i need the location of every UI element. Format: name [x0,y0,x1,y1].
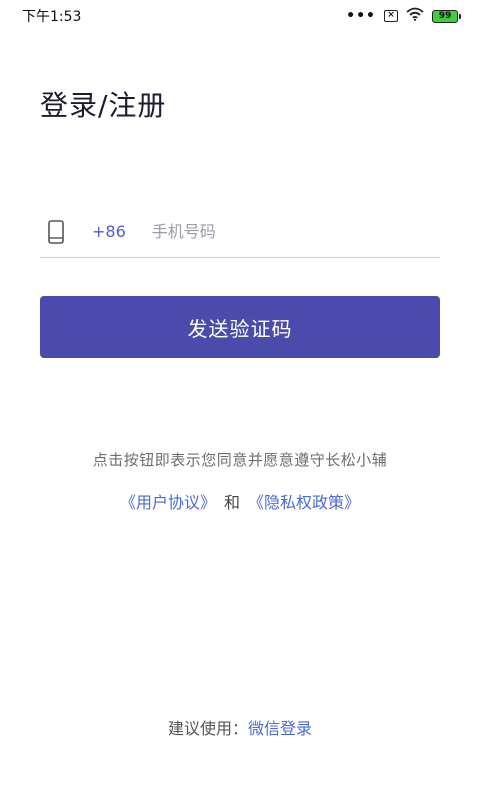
wifi-icon [406,7,424,25]
battery-icon: 99 [432,9,461,23]
phone-number-input[interactable] [151,222,440,241]
user-agreement-link[interactable]: 《用户协议》 [120,493,216,512]
page-title: 登录/注册 [40,89,167,122]
status-time: 下午1:53 [22,9,82,25]
more-dots-icon: ••• [346,8,376,24]
status-icons: ••• × 99 [346,7,461,25]
suggest-label: 建议使用： [167,719,248,738]
privacy-policy-link[interactable]: 《隐私权政策》 [248,493,360,512]
country-code[interactable]: +86 [92,222,126,241]
agreement-links: 《用户协议》和《隐私权政策》 [0,489,480,513]
agreement-text: 点击按钮即表示您同意并愿意遵守长松小辅 [92,451,388,469]
mobile-phone-icon [42,218,70,246]
status-bar: 下午1:53 ••• × 99 [0,0,480,32]
and-text: 和 [223,493,240,512]
phone-input-row: +86 [40,206,440,258]
send-code-button[interactable]: 发送验证码 [40,296,440,358]
no-sim-icon: × [384,10,398,22]
alternative-login: 建议使用：微信登录 [0,715,480,739]
wechat-login-link[interactable]: 微信登录 [248,719,312,738]
